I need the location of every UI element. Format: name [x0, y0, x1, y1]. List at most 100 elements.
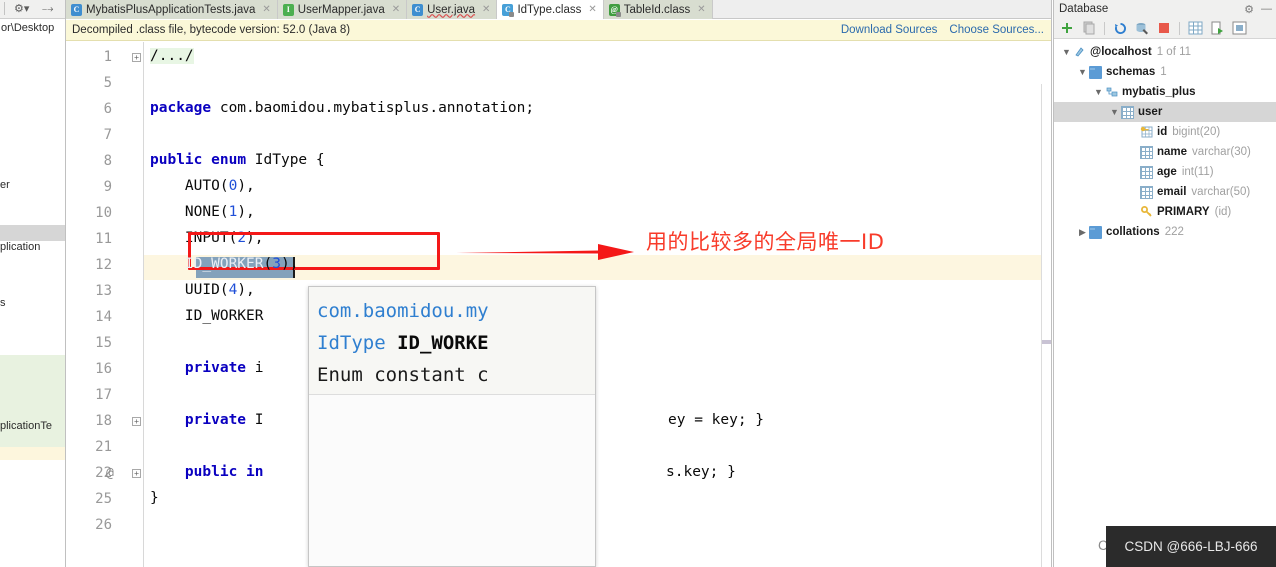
line-number: 25	[95, 491, 112, 507]
line-number-gutter[interactable]	[66, 42, 144, 567]
code-editor[interactable]: 1 5 6 7 8 9 10 11 12 13 14 15 16 17 18 2…	[66, 42, 1052, 567]
java-class-icon: C	[412, 3, 424, 16]
code-line-8: public enum IdType {	[150, 152, 325, 168]
add-icon[interactable]	[1057, 19, 1077, 37]
download-sources-link[interactable]: Download Sources	[841, 24, 938, 36]
tab-label: UserMapper.java	[297, 3, 385, 16]
line-number: 21	[95, 439, 112, 455]
left-toolbar: ⚙▾ ⤍	[0, 0, 65, 19]
tree-node-column-name[interactable]: name varchar(30)	[1054, 142, 1276, 162]
tree-node-detail: varchar(30)	[1192, 146, 1251, 158]
database-panel-header: Database ⚙ —	[1054, 0, 1276, 18]
code-line-9: AUTO(0),	[150, 178, 255, 194]
database-panel: Database ⚙ — ▼ @localhost 1 of 11 ▼ sche…	[1053, 0, 1276, 567]
more-icon[interactable]: —	[1261, 3, 1272, 15]
fold-toggle-icon[interactable]: +	[132, 53, 141, 62]
code-line-25: }	[150, 490, 159, 506]
line-number: 5	[103, 75, 112, 91]
copy-icon[interactable]	[1079, 19, 1099, 37]
tree-node-label: collations	[1106, 226, 1160, 238]
code-line-22: public in	[184, 464, 264, 480]
line-number: 1	[103, 49, 112, 65]
left-strip-selected-band	[0, 225, 65, 241]
editor-tab-usermapper[interactable]: I UserMapper.java ✕	[277, 0, 408, 19]
tree-node-column-id[interactable]: id bigint(20)	[1054, 122, 1276, 142]
close-icon[interactable]: ✕	[262, 4, 270, 15]
java-class-icon: C	[71, 3, 82, 16]
folder-icon	[1089, 225, 1102, 239]
tree-node-detail: 1 of 11	[1156, 46, 1192, 58]
close-icon[interactable]: ✕	[588, 4, 596, 15]
tree-node-label: PRIMARY	[1157, 206, 1210, 218]
tree-node-collations[interactable]: ▶ collations 222	[1054, 222, 1276, 242]
line-number: 26	[95, 517, 112, 533]
java-compiled-annotation-icon: @	[608, 3, 621, 17]
console-icon[interactable]	[1229, 19, 1249, 37]
database-toolbar	[1054, 18, 1276, 39]
connection-icon	[1073, 46, 1086, 59]
table-icon	[1121, 105, 1134, 119]
documentation-tooltip[interactable]: com.baomidou.my IdType ID_WORKE Enum con…	[308, 286, 596, 567]
line-number: 9	[103, 179, 112, 195]
chevron-down-icon[interactable]: ▼	[1076, 67, 1089, 77]
stop-icon[interactable]	[1154, 19, 1174, 37]
tab-label: TableId.class	[623, 3, 691, 16]
collapse-panel-icon[interactable]: ⤍	[42, 3, 53, 15]
line-number: 10	[95, 205, 112, 221]
editor-tab-tableid[interactable]: @ TableId.class ✕	[603, 0, 713, 19]
left-strip-green-band	[0, 355, 65, 447]
tree-node-column-email[interactable]: email varchar(50)	[1054, 182, 1276, 202]
refresh-icon[interactable]	[1110, 19, 1130, 37]
tree-node-column-age[interactable]: age int(11)	[1054, 162, 1276, 182]
database-panel-title: Database	[1059, 3, 1109, 15]
watermark: CSDN @666-LBJ-666	[1106, 526, 1276, 567]
line-number: 17	[95, 387, 112, 403]
code-line-16: private i	[184, 360, 264, 376]
tree-node-detail: int(11)	[1181, 166, 1214, 178]
tab-label: User.java	[427, 3, 476, 16]
editor-tab-bar: C MybatisPlusApplicationTests.java ✕ I U…	[66, 0, 1052, 19]
breadcrumb-path-fragment: or\Desktop	[1, 22, 55, 34]
settings-gear-icon[interactable]: ⚙▾	[14, 3, 29, 15]
tree-node-detail: bigint(20)	[1172, 126, 1221, 138]
editor-area: C MybatisPlusApplicationTests.java ✕ I U…	[66, 0, 1052, 567]
line-number: 6	[103, 101, 112, 117]
line-number: 7	[103, 127, 112, 143]
database-panel-header-icons: ⚙ —	[1244, 3, 1276, 16]
key-icon	[1140, 206, 1153, 219]
left-strip-text-a: er	[0, 179, 10, 191]
editor-tab-idtype[interactable]: C IdType.class ✕	[497, 0, 604, 19]
database-tree[interactable]: ▼ @localhost 1 of 11 ▼ schemas 1 ▼ mybat…	[1054, 42, 1276, 567]
close-icon[interactable]: ✕	[697, 4, 705, 15]
chevron-down-icon[interactable]: ▼	[1108, 107, 1121, 117]
close-icon[interactable]: ✕	[392, 4, 400, 15]
tab-label: IdType.class	[517, 3, 582, 16]
chevron-down-icon[interactable]: ▼	[1092, 87, 1105, 97]
choose-sources-link[interactable]: Choose Sources...	[949, 24, 1044, 36]
chevron-down-icon[interactable]: ▼	[1060, 47, 1073, 57]
run-sql-icon[interactable]	[1207, 19, 1227, 37]
code-line-22-tail: s.key; }	[666, 464, 736, 480]
tree-node-mybatis-plus[interactable]: ▼ mybatis_plus	[1054, 82, 1276, 102]
db-settings-icon[interactable]	[1132, 19, 1152, 37]
fold-toggle-icon[interactable]: +	[132, 417, 141, 426]
table-icon[interactable]	[1185, 19, 1205, 37]
tree-node-detail: 1	[1160, 66, 1167, 78]
chevron-right-icon[interactable]: ▶	[1076, 227, 1089, 238]
tree-node-index-primary[interactable]: PRIMARY (id)	[1054, 202, 1276, 222]
tree-node-localhost[interactable]: ▼ @localhost 1 of 11	[1054, 42, 1276, 62]
close-icon[interactable]: ✕	[482, 4, 490, 15]
tree-node-schemas[interactable]: ▼ schemas 1	[1054, 62, 1276, 82]
editor-tab-mybatisplusapplicationtests[interactable]: C MybatisPlusApplicationTests.java ✕	[66, 0, 278, 19]
toolbar-divider	[4, 2, 5, 15]
tree-node-user-table[interactable]: ▼ user	[1054, 102, 1276, 122]
ide-window: ⚙▾ ⤍ or\Desktop er plication s plication…	[0, 0, 1276, 567]
gutter-divider	[143, 42, 144, 567]
editor-tab-user[interactable]: C User.java ✕	[407, 0, 498, 19]
left-strip-yellow-band	[0, 447, 65, 460]
fold-toggle-icon[interactable]: +	[132, 469, 141, 478]
folder-icon	[1089, 65, 1102, 79]
documentation-tooltip-header: com.baomidou.my IdType ID_WORKE Enum con…	[309, 287, 595, 395]
settings-gear-icon[interactable]: ⚙	[1244, 3, 1254, 16]
code-line-18-tail: ey = key; }	[668, 412, 765, 428]
